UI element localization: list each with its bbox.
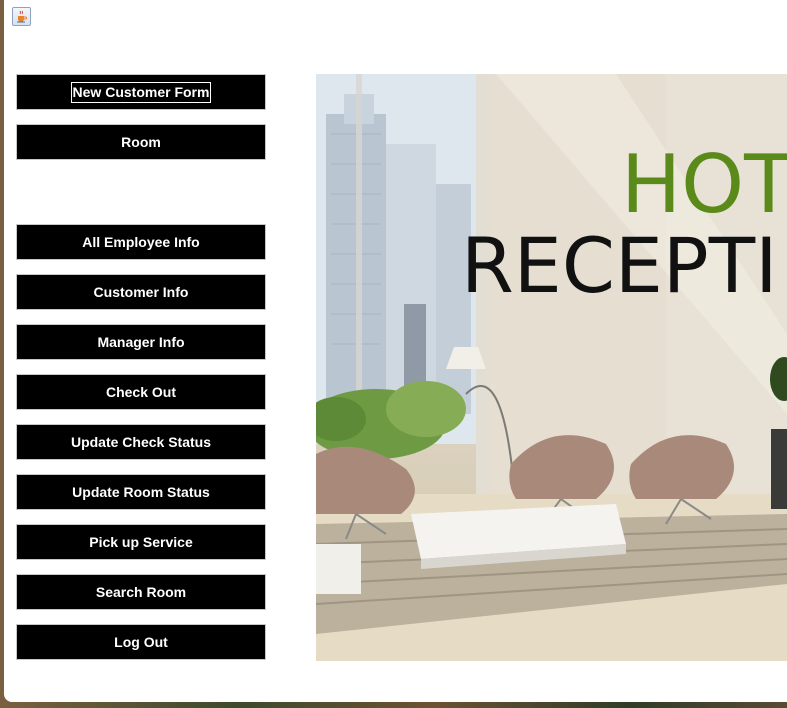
all-employee-info-label: All Employee Info	[82, 233, 200, 250]
update-check-status-button[interactable]: Update Check Status	[16, 424, 266, 460]
new-customer-form-button[interactable]: New Customer Form	[16, 74, 266, 110]
update-room-status-label: Update Room Status	[72, 483, 210, 500]
log-out-label: Log Out	[114, 633, 168, 650]
hero-title-line2: RECEPTI	[461, 221, 778, 310]
all-employee-info-button[interactable]: All Employee Info	[16, 224, 266, 260]
hero-illustration: HOT RECEPTI	[316, 74, 787, 661]
pick-up-service-button[interactable]: Pick up Service	[16, 524, 266, 560]
room-button[interactable]: Room	[16, 124, 266, 160]
new-customer-form-label: New Customer Form	[70, 81, 212, 103]
check-out-label: Check Out	[105, 383, 176, 400]
hotel-reception-hero-image: HOT RECEPTI	[316, 74, 787, 661]
pick-up-service-label: Pick up Service	[89, 533, 193, 550]
room-label: Room	[121, 133, 161, 150]
reception-window: New Customer Form Room All Employee Info…	[4, 0, 787, 702]
search-room-button[interactable]: Search Room	[16, 574, 266, 610]
check-out-button[interactable]: Check Out	[16, 374, 266, 410]
update-check-status-label: Update Check Status	[70, 433, 212, 450]
search-room-label: Search Room	[95, 583, 187, 600]
java-coffee-cup-icon[interactable]	[12, 7, 31, 26]
customer-info-button[interactable]: Customer Info	[16, 274, 266, 310]
manager-info-button[interactable]: Manager Info	[16, 324, 266, 360]
hero-title-line1: HOT	[621, 138, 787, 231]
customer-info-label: Customer Info	[93, 283, 189, 300]
log-out-button[interactable]: Log Out	[16, 624, 266, 660]
update-room-status-button[interactable]: Update Room Status	[16, 474, 266, 510]
manager-info-label: Manager Info	[97, 333, 185, 350]
